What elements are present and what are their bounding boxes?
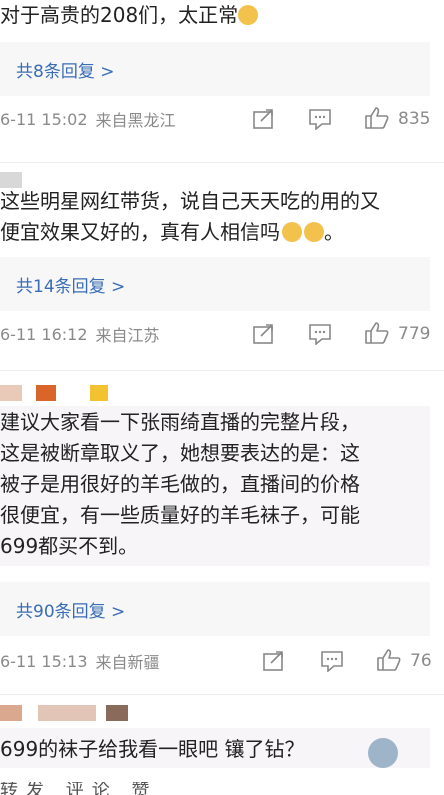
reply-count-label: 共90条回复 >	[16, 601, 126, 622]
laugh-cry-emoji-icon	[304, 222, 324, 242]
comment-line: 被子是用很好的羊毛做的，直播间的价格	[0, 472, 360, 496]
comment-text: 699的袜子给我看一眼吧 镶了钻？	[0, 734, 305, 765]
comment-line: 对于高贵的208们，太正常	[0, 3, 239, 27]
thumbs-up-icon[interactable]	[364, 321, 390, 345]
reply-count-label: 共8条回复 >	[16, 61, 115, 82]
comment-text: 建议大家看一下张雨绮直播的完整片段， 这是被断章取义了，她想要表达的是：这 被子…	[0, 407, 360, 562]
username-blur	[38, 705, 96, 721]
comment-line: 这些明星网红带货，说自己天天吃的用的又	[0, 189, 380, 213]
like-count: 835	[398, 109, 431, 129]
comment-line: 很便宜，有一些质量好的羊毛袜子，可能	[0, 503, 360, 527]
comment-time: 6-11 16:12	[0, 324, 88, 344]
comment-line: 699的袜子给我看一眼吧 镶了钻？	[0, 737, 305, 761]
comment-line: 建议大家看一下张雨绮直播的完整片段，	[0, 410, 360, 434]
username-blur	[0, 705, 22, 721]
like-count: 76	[410, 651, 432, 671]
reply-count-label: 共14条回复 >	[16, 276, 126, 297]
comment-line: 便宜效果又好的，真有人相信吗。	[0, 220, 344, 244]
divider	[0, 694, 444, 695]
reply-count-button[interactable]: 共14条回复 >	[0, 257, 430, 311]
thumbs-up-icon[interactable]	[364, 106, 390, 130]
comment-location: 来自新疆	[95, 653, 160, 672]
bottom-action-label: 转发 评论 赞	[0, 782, 158, 795]
laugh-cry-emoji-icon	[282, 222, 302, 242]
comment-time: 6-11 15:02	[0, 109, 88, 129]
share-icon[interactable]	[252, 108, 276, 130]
comment-icon[interactable]	[320, 650, 344, 672]
comment-time: 6-11 15:13	[0, 651, 88, 671]
comment-location: 来自黑龙江	[95, 111, 176, 130]
divider	[0, 370, 444, 371]
username-blur	[0, 385, 22, 401]
comment-line: 699都买不到。	[0, 534, 139, 558]
username-blur	[36, 385, 56, 401]
comment-text: 这些明星网红带货，说自己天天吃的用的又 便宜效果又好的，真有人相信吗。	[0, 186, 380, 248]
bottom-action-bar[interactable]: 转发 评论 赞	[0, 782, 444, 795]
comment-icon[interactable]	[308, 108, 332, 130]
comment-icon[interactable]	[308, 323, 332, 345]
comment-location: 来自江苏	[95, 326, 160, 345]
comment-text: 对于高贵的208们，太正常	[0, 0, 259, 31]
reply-count-button[interactable]: 共8条回复 >	[0, 42, 430, 96]
like-count: 779	[398, 324, 431, 344]
thumbs-up-icon[interactable]	[376, 648, 402, 672]
divider	[0, 162, 444, 163]
username-blur	[90, 385, 108, 401]
doge-emoji-icon	[238, 5, 259, 25]
share-icon[interactable]	[262, 650, 286, 672]
reply-count-button[interactable]: 共90条回复 >	[0, 582, 430, 636]
share-icon[interactable]	[252, 323, 276, 345]
sticker-avatar-icon	[368, 738, 398, 768]
username-blur	[106, 705, 128, 721]
comment-line: 这是被断章取义了，她想要表达的是：这	[0, 441, 360, 465]
